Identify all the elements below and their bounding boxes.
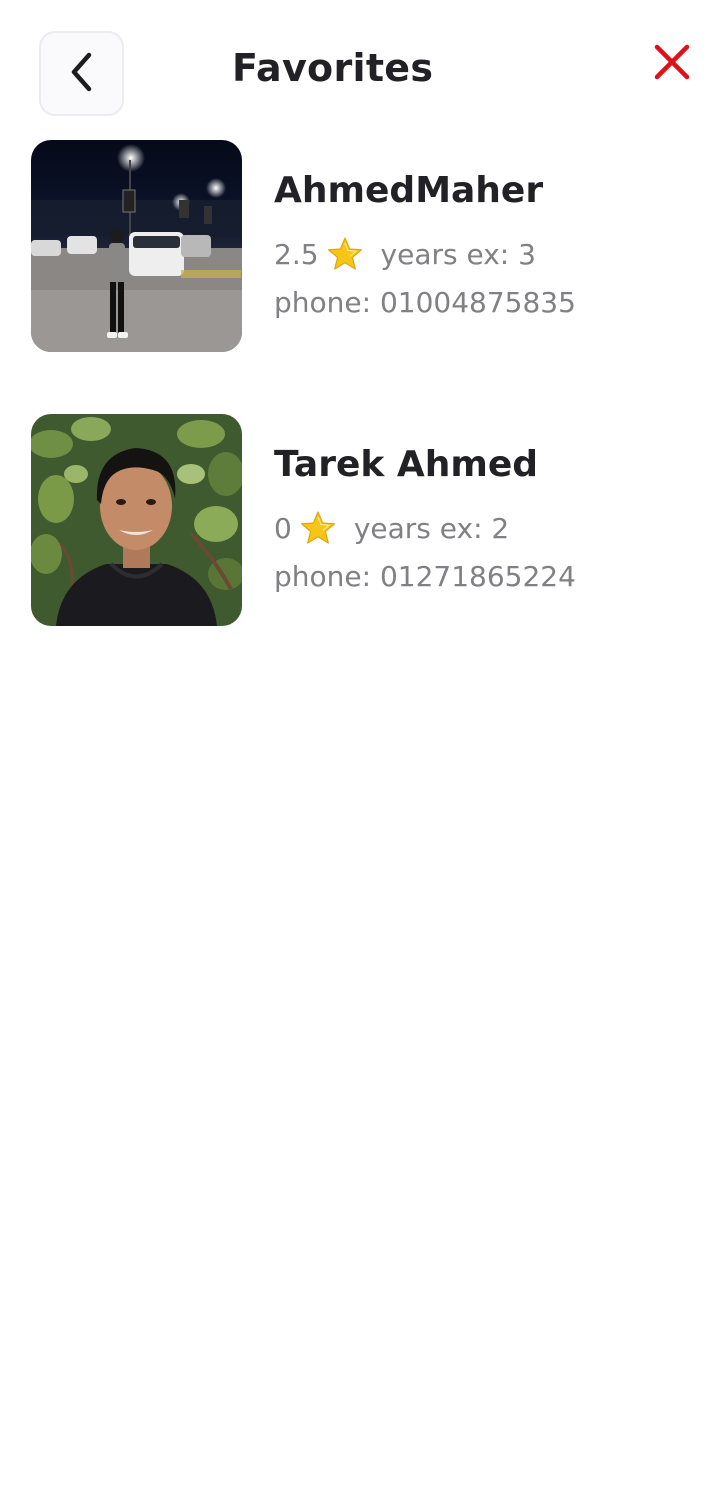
chevron-left-icon [67, 51, 97, 97]
favorite-card[interactable]: AhmedMaher 2.5 years ex: 3 phone: 010048… [31, 140, 691, 352]
rating-value: 0 [274, 511, 292, 545]
star-icon [327, 236, 363, 272]
favorite-name: AhmedMaher [274, 170, 544, 211]
favorite-card[interactable]: Tarek Ahmed 0 years ex: 2 phone: 0127186… [31, 414, 691, 626]
star-icon [300, 510, 336, 546]
favorite-meta: 2.5 years ex: 3 [274, 236, 536, 272]
avatar-photo [31, 414, 242, 626]
close-icon [652, 44, 692, 86]
favorite-name: Tarek Ahmed [274, 444, 539, 485]
close-button[interactable] [652, 42, 692, 82]
favorites-screen: Favorites AhmedMaher 2.5 years ex: 3 pho… [0, 0, 720, 1510]
phone-number: phone: 01004875835 [274, 286, 576, 319]
page-title: Favorites [232, 46, 434, 90]
avatar-photo [31, 140, 242, 352]
years-experience: years ex: 3 [380, 237, 536, 271]
favorite-meta: 0 years ex: 2 [274, 510, 509, 546]
back-button[interactable] [39, 31, 124, 116]
years-experience: years ex: 2 [353, 511, 510, 545]
phone-number: phone: 01271865224 [274, 560, 576, 593]
rating-value: 2.5 [274, 237, 319, 271]
